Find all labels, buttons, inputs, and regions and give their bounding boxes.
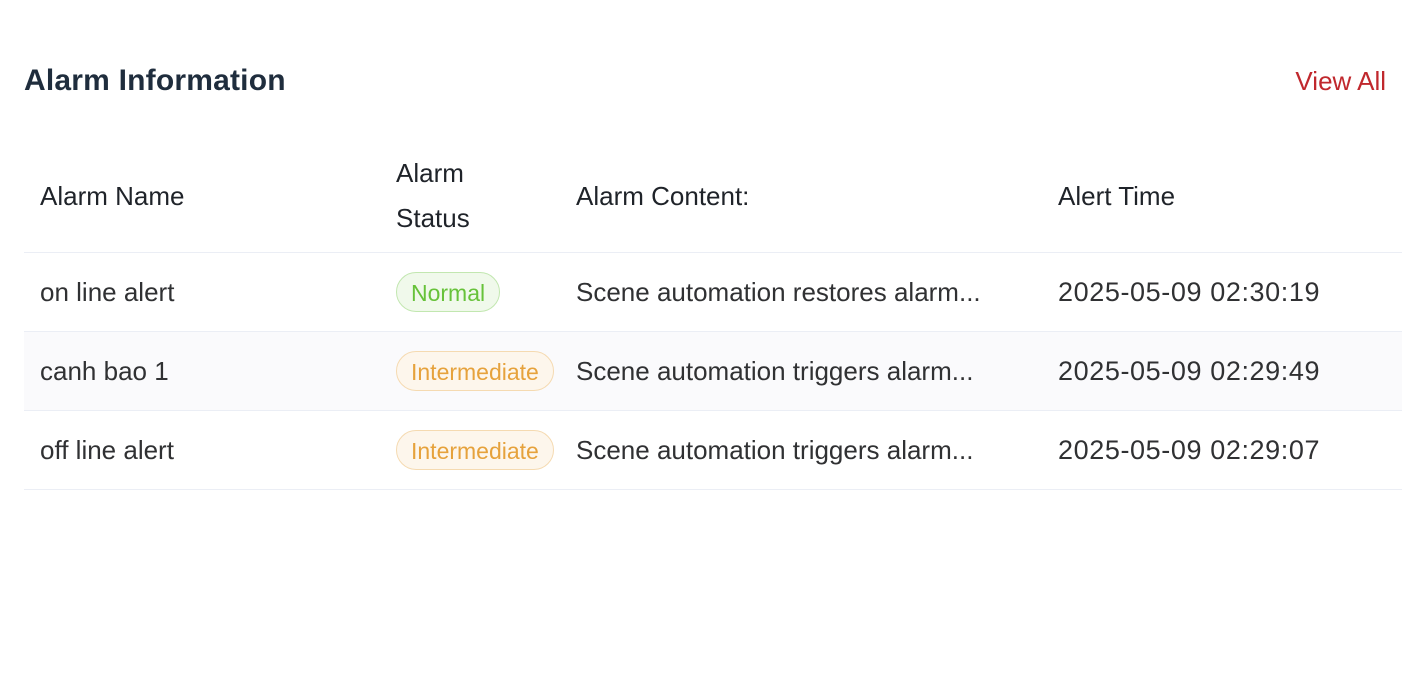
- alarm-status-cell: Intermediate: [396, 331, 576, 411]
- column-header-alarm-status: Alarm Status: [396, 140, 576, 253]
- alert-time-cell: 2025-05-09 02:30:19: [1058, 252, 1402, 332]
- view-all-link[interactable]: View All: [1295, 66, 1386, 97]
- alarm-table: Alarm Name Alarm Status Alarm Content: A…: [24, 140, 1402, 490]
- alert-time-cell: 2025-05-09 02:29:49: [1058, 331, 1402, 411]
- alarm-name-cell: on line alert: [24, 252, 396, 332]
- alarm-status-cell: Intermediate: [396, 410, 576, 490]
- table-header-row: Alarm Name Alarm Status Alarm Content: A…: [24, 140, 1402, 253]
- alarm-content-cell: Scene automation restores alarm...: [576, 252, 1058, 332]
- alert-time-cell: 2025-05-09 02:29:07: [1058, 410, 1402, 490]
- table-row[interactable]: canh bao 1 Intermediate Scene automation…: [24, 331, 1402, 411]
- alarm-content-cell: Scene automation triggers alarm...: [576, 410, 1058, 490]
- column-header-alert-time: Alert Time: [1058, 140, 1402, 253]
- table-body: on line alert Normal Scene automation re…: [24, 252, 1402, 490]
- alarm-content-text: Scene automation triggers alarm...: [576, 355, 974, 386]
- alarm-name-cell: canh bao 1: [24, 331, 396, 411]
- alarm-information-panel: Alarm Information View All Alarm Name Al…: [24, 0, 1402, 490]
- alarm-content-cell: Scene automation triggers alarm...: [576, 331, 1058, 411]
- table-row[interactable]: on line alert Normal Scene automation re…: [24, 252, 1402, 332]
- alarm-status-cell: Normal: [396, 252, 576, 332]
- column-header-alarm-status-line1: Alarm: [396, 158, 464, 188]
- column-header-alarm-name: Alarm Name: [24, 140, 396, 253]
- status-badge: Normal: [396, 272, 501, 312]
- alarm-content-text: Scene automation triggers alarm...: [576, 434, 974, 465]
- column-header-alarm-status-line2: Status: [396, 203, 470, 233]
- status-badge: Intermediate: [396, 430, 554, 470]
- alarm-name-cell: off line alert: [24, 410, 396, 490]
- alert-time-text: 2025-05-09 02:29:49: [1058, 355, 1321, 386]
- alert-time-text: 2025-05-09 02:30:19: [1058, 276, 1321, 307]
- status-badge: Intermediate: [396, 351, 554, 391]
- alarm-content-text: Scene automation restores alarm...: [576, 276, 981, 307]
- table-header: Alarm Name Alarm Status Alarm Content: A…: [24, 140, 1402, 253]
- alert-time-text: 2025-05-09 02:29:07: [1058, 434, 1321, 465]
- column-header-alarm-content: Alarm Content:: [576, 140, 1058, 253]
- panel-title: Alarm Information: [24, 64, 286, 97]
- table-row[interactable]: off line alert Intermediate Scene automa…: [24, 410, 1402, 490]
